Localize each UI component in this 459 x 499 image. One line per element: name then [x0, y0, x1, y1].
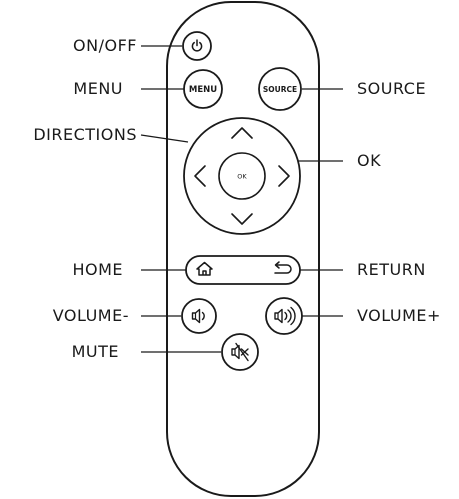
volume-down-button[interactable] [181, 298, 217, 334]
volume-up-button[interactable] [265, 297, 303, 335]
ok-button-label: OK [237, 173, 247, 181]
callout-source: SOURCE [357, 79, 427, 98]
menu-button[interactable]: MENU [183, 69, 223, 109]
home-button[interactable] [190, 258, 220, 282]
callout-menu: MENU [73, 79, 123, 98]
callout-directions: DIRECTIONS [33, 125, 137, 144]
callout-ok: OK [357, 151, 382, 170]
remote-control-diagram: MENU SOURCE OK ON/OFF MENU DIRECTIONS HO… [0, 0, 459, 499]
return-button[interactable] [265, 258, 297, 282]
callout-mute: MUTE [71, 342, 119, 361]
callout-volume-minus: VOLUME- [52, 306, 129, 325]
callout-return: RETURN [357, 260, 426, 279]
mute-button[interactable] [221, 333, 259, 371]
power-button[interactable] [182, 31, 212, 61]
leader-line-directions [140, 134, 189, 143]
remote-drawing: MENU SOURCE OK [140, 1, 343, 497]
menu-button-label: MENU [189, 85, 217, 95]
callout-on-off: ON/OFF [73, 36, 137, 55]
source-button[interactable]: SOURCE [258, 67, 302, 111]
source-button-label: SOURCE [263, 85, 297, 94]
ok-button[interactable]: OK [218, 152, 266, 200]
callout-volume-plus: VOLUME+ [357, 306, 441, 325]
callout-home: HOME [72, 260, 123, 279]
